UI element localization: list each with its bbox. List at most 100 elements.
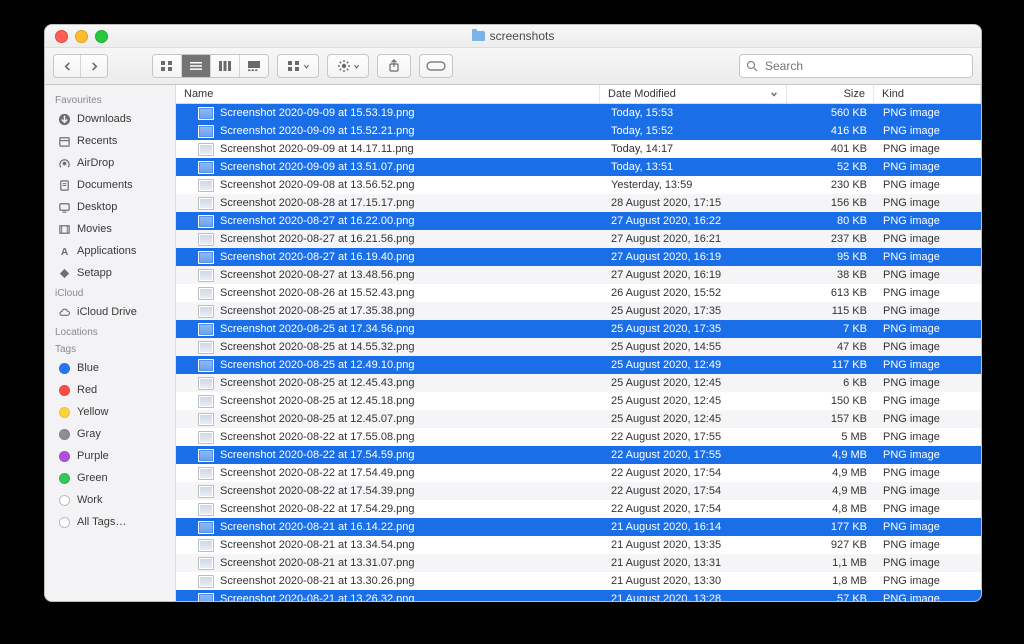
column-header-date[interactable]: Date Modified — [600, 85, 787, 103]
file-row[interactable]: Screenshot 2020-09-09 at 14.17.11.pngTod… — [176, 140, 981, 158]
file-name-cell: Screenshot 2020-08-27 at 16.21.56.png — [176, 233, 603, 246]
forward-button[interactable] — [81, 55, 107, 77]
file-row[interactable]: Screenshot 2020-08-21 at 13.31.07.png21 … — [176, 554, 981, 572]
file-row[interactable]: Screenshot 2020-08-21 at 13.30.26.png21 … — [176, 572, 981, 590]
sidebar-item-yellow[interactable]: Yellow — [45, 401, 175, 423]
file-date-cell: 27 August 2020, 16:21 — [603, 233, 789, 245]
file-row[interactable]: Screenshot 2020-08-22 at 17.54.59.png22 … — [176, 446, 981, 464]
recents-icon — [57, 134, 71, 148]
column-header-kind[interactable]: Kind — [874, 85, 981, 103]
file-name-cell: Screenshot 2020-08-25 at 12.45.18.png — [176, 395, 603, 408]
file-row[interactable]: Screenshot 2020-08-28 at 17.15.17.png28 … — [176, 194, 981, 212]
file-row[interactable]: Screenshot 2020-08-25 at 14.55.32.png25 … — [176, 338, 981, 356]
file-name-cell: Screenshot 2020-09-09 at 13.51.07.png — [176, 161, 603, 174]
file-kind-cell: PNG image — [875, 503, 981, 515]
file-thumb-icon — [198, 323, 214, 336]
file-thumb-icon — [198, 449, 214, 462]
file-row[interactable]: Screenshot 2020-08-25 at 17.35.38.png25 … — [176, 302, 981, 320]
file-kind-cell: PNG image — [875, 305, 981, 317]
sidebar-item-downloads[interactable]: Downloads — [45, 108, 175, 130]
sidebar-item-purple[interactable]: Purple — [45, 445, 175, 467]
file-row[interactable]: Screenshot 2020-09-08 at 13.56.52.pngYes… — [176, 176, 981, 194]
file-row[interactable]: Screenshot 2020-08-27 at 13.48.56.png27 … — [176, 266, 981, 284]
file-row[interactable]: Screenshot 2020-08-21 at 13.34.54.png21 … — [176, 536, 981, 554]
file-kind-cell: PNG image — [875, 323, 981, 335]
file-size-cell: 4,8 MB — [789, 503, 875, 515]
file-row[interactable]: Screenshot 2020-08-25 at 12.45.18.png25 … — [176, 392, 981, 410]
file-name-text: Screenshot 2020-08-22 at 17.54.59.png — [220, 449, 414, 461]
sidebar-item-label: AirDrop — [77, 157, 114, 169]
sidebar-item-desktop[interactable]: Desktop — [45, 196, 175, 218]
gallery-view-button[interactable] — [240, 55, 268, 77]
sidebar-item-label: Setapp — [77, 267, 112, 279]
sidebar-item-blue[interactable]: Blue — [45, 357, 175, 379]
file-date-cell: Today, 15:52 — [603, 125, 789, 137]
file-row[interactable]: Screenshot 2020-08-27 at 16.21.56.png27 … — [176, 230, 981, 248]
file-row[interactable]: Screenshot 2020-08-27 at 16.22.00.png27 … — [176, 212, 981, 230]
sidebar-item-setapp[interactable]: Setapp — [45, 262, 175, 284]
file-size-cell: 7 KB — [789, 323, 875, 335]
file-name-cell: Screenshot 2020-08-22 at 17.54.59.png — [176, 449, 603, 462]
sidebar-section-icloud: iCloud — [45, 284, 175, 301]
file-name-cell: Screenshot 2020-08-21 at 13.30.26.png — [176, 575, 603, 588]
file-row[interactable]: Screenshot 2020-08-25 at 12.49.10.png25 … — [176, 356, 981, 374]
file-row[interactable]: Screenshot 2020-08-21 at 16.14.22.png21 … — [176, 518, 981, 536]
file-size-cell: 47 KB — [789, 341, 875, 353]
file-row[interactable]: Screenshot 2020-08-21 at 13.26.32.png21 … — [176, 590, 981, 601]
file-row[interactable]: Screenshot 2020-09-09 at 15.52.21.png Tod… — [176, 122, 981, 140]
list-view-button[interactable] — [182, 55, 211, 77]
file-row[interactable]: Screenshot 2020-09-09 at 15.53.19.pngTod… — [176, 104, 981, 122]
sidebar-item-gray[interactable]: Gray — [45, 423, 175, 445]
arrange-button[interactable] — [277, 54, 319, 78]
icon-view-button[interactable] — [153, 55, 182, 77]
tag-dot-icon — [57, 405, 71, 419]
file-name-text: Screenshot 2020-09-09 at 15.52.21.png — [220, 125, 414, 137]
sidebar-item-label: Green — [77, 472, 108, 484]
sidebar-item-applications[interactable]: AApplications — [45, 240, 175, 262]
sidebar-item-airdrop[interactable]: AirDrop — [45, 152, 175, 174]
file-date-cell: 28 August 2020, 17:15 — [603, 197, 789, 209]
sidebar-item-green[interactable]: Green — [45, 467, 175, 489]
title-bar[interactable]: screenshots — [45, 25, 981, 48]
file-name-text: Screenshot 2020-08-25 at 12.45.43.png — [220, 377, 414, 389]
sidebar-item-recents[interactable]: Recents — [45, 130, 175, 152]
file-thumb-icon — [198, 485, 214, 498]
sidebar-item-icloud-drive[interactable]: iCloud Drive — [45, 301, 175, 323]
file-row[interactable]: Screenshot 2020-08-25 at 12.45.07.png25 … — [176, 410, 981, 428]
tags-button[interactable] — [419, 54, 453, 78]
file-row[interactable]: Screenshot 2020-08-22 at 17.54.39.png22 … — [176, 482, 981, 500]
column-header-size[interactable]: Size — [787, 85, 874, 103]
file-row[interactable]: Screenshot 2020-08-22 at 17.54.49.png22 … — [176, 464, 981, 482]
file-name-text: Screenshot 2020-08-25 at 12.45.18.png — [220, 395, 414, 407]
file-row[interactable]: Screenshot 2020-08-25 at 17.34.56.png25 … — [176, 320, 981, 338]
search-input[interactable] — [763, 58, 966, 74]
file-thumb-icon — [198, 179, 214, 192]
file-row[interactable]: Screenshot 2020-09-09 at 13.51.07.pngTod… — [176, 158, 981, 176]
file-date-cell: 21 August 2020, 13:35 — [603, 539, 789, 551]
movies-icon — [57, 222, 71, 236]
search-field[interactable] — [739, 54, 973, 78]
sidebar-item-all-tags-[interactable]: All Tags… — [45, 511, 175, 533]
file-row[interactable]: Screenshot 2020-08-22 at 17.54.29.png22 … — [176, 500, 981, 518]
file-list[interactable]: Screenshot 2020-09-09 at 15.53.19.pngTod… — [176, 104, 981, 601]
sidebar-item-documents[interactable]: Documents — [45, 174, 175, 196]
file-row[interactable]: Screenshot 2020-08-25 at 12.45.43.png25 … — [176, 374, 981, 392]
file-date-cell: 25 August 2020, 12:45 — [603, 413, 789, 425]
file-name-text: Screenshot 2020-08-21 at 13.31.07.png — [220, 557, 414, 569]
file-size-cell: 4,9 MB — [789, 467, 875, 479]
sidebar-item-work[interactable]: Work — [45, 489, 175, 511]
file-kind-cell: PNG image — [875, 125, 981, 137]
share-button[interactable] — [377, 54, 411, 78]
file-row[interactable]: Screenshot 2020-08-27 at 16.19.40.png27 … — [176, 248, 981, 266]
file-row[interactable]: Screenshot 2020-08-22 at 17.55.08.png22 … — [176, 428, 981, 446]
file-date-cell: Yesterday, 13:59 — [603, 179, 789, 191]
column-header-name[interactable]: Name — [176, 85, 600, 103]
sidebar-item-red[interactable]: Red — [45, 379, 175, 401]
file-row[interactable]: Screenshot 2020-08-26 at 15.52.43.png26 … — [176, 284, 981, 302]
sidebar-item-movies[interactable]: Movies — [45, 218, 175, 240]
file-size-cell: 95 KB — [789, 251, 875, 263]
column-view-button[interactable] — [211, 55, 240, 77]
action-button[interactable] — [327, 54, 369, 78]
sidebar-section-tags: Tags — [45, 340, 175, 357]
back-button[interactable] — [54, 55, 81, 77]
